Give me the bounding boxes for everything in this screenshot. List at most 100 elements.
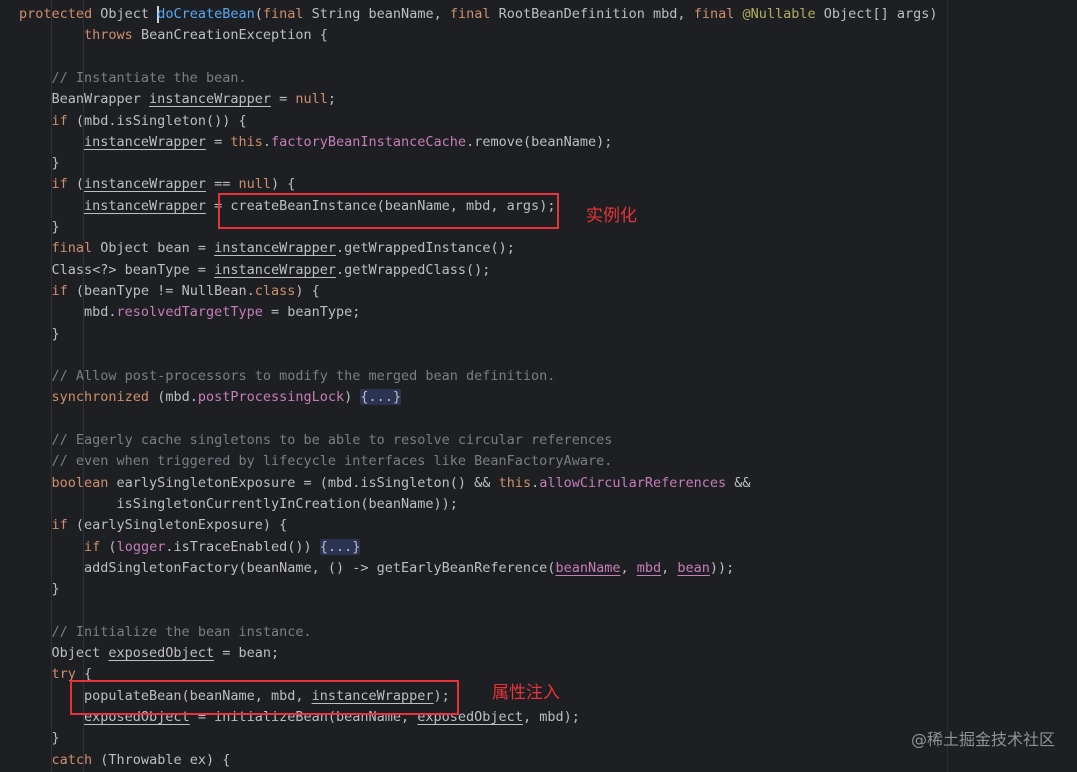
code-token: instanceWrapper: [214, 261, 336, 278]
code-token: bean: [677, 559, 710, 576]
code-line[interactable]: // Eagerly cache singletons to be able t…: [19, 430, 613, 451]
code-token: if: [51, 176, 76, 193]
code-token: Object: [100, 6, 158, 22]
code-token: (: [75, 176, 85, 193]
code-line[interactable]: synchronized (mbd.postProcessingLock) {.…: [19, 387, 402, 408]
code-token: // Allow post-processors to modify the m…: [51, 368, 556, 385]
code-line[interactable]: Object exposedObject = bean;: [19, 643, 280, 664]
code-line[interactable]: mbd.resolvedTargetType = beanType;: [19, 302, 360, 323]
code-line[interactable]: }: [19, 324, 60, 345]
code-token: beanName: [555, 559, 621, 576]
code-line[interactable]: }: [19, 153, 60, 174]
code-token: @Nullable: [742, 6, 824, 22]
code-line[interactable]: catch (Throwable ex) {: [19, 750, 231, 771]
code-token: Object bean =: [100, 240, 215, 257]
populate-highlight-box: [70, 680, 459, 715]
code-token: null: [295, 91, 328, 108]
code-token: Object: [19, 645, 109, 661]
code-line[interactable]: isSingletonCurrentlyInCreation(beanName)…: [19, 494, 458, 515]
code-token: boolean: [51, 474, 117, 491]
code-token: isSingletonCurrentlyInCreation(beanName)…: [19, 495, 458, 512]
code-token: (earlySingletonExposure) {: [75, 517, 288, 534]
code-line[interactable]: final Object bean = instanceWrapper.getW…: [19, 238, 515, 259]
code-token: }: [19, 581, 60, 598]
code-line[interactable]: throws BeanCreationException {: [19, 25, 328, 46]
code-token: catch: [51, 751, 101, 768]
code-token: ==: [205, 176, 239, 193]
code-token: (: [108, 538, 117, 555]
code-token: if: [84, 538, 109, 555]
code-token: instanceWrapper: [214, 240, 337, 257]
code-token: postProcessingLock: [197, 389, 345, 406]
code-token: ));: [709, 559, 735, 576]
code-line[interactable]: if (logger.isTraceEnabled()) {...}: [19, 537, 361, 558]
code-token: instanceWrapper: [149, 91, 271, 108]
code-token: protected: [19, 6, 101, 22]
code-line[interactable]: }: [19, 579, 60, 600]
code-token: if: [51, 112, 76, 129]
code-token: }: [19, 219, 60, 235]
code-line[interactable]: if (beanType != NullBean.class) {: [19, 281, 320, 302]
code-line[interactable]: if (mbd.isSingleton()) {: [19, 111, 247, 132]
code-line[interactable]: }: [19, 728, 60, 749]
code-line[interactable]: // even when triggered by lifecycle inte…: [19, 451, 613, 472]
code-line[interactable]: boolean earlySingletonExposure = (mbd.is…: [19, 473, 751, 494]
right-margin-line: [947, 0, 948, 772]
code-token: final: [51, 240, 101, 257]
code-line[interactable]: addSingletonFactory(beanName, () -> getE…: [19, 558, 734, 579]
code-token: null: [238, 176, 271, 193]
code-token: Class<?> beanType =: [19, 261, 215, 278]
code-line[interactable]: if (earlySingletonExposure) {: [19, 515, 288, 536]
code-token: this: [230, 133, 263, 150]
code-line[interactable]: protected Object doCreateBean(final Stri…: [19, 4, 938, 25]
code-token: BeanCreationException {: [140, 27, 328, 44]
code-token: String beanName,: [311, 6, 450, 22]
code-token: addSingletonFactory(beanName, () -> getE…: [19, 559, 556, 576]
code-token: ): [344, 389, 361, 406]
code-token: // Initialize the bean instance.: [51, 623, 312, 640]
code-token: final: [693, 6, 743, 22]
code-token: (mbd.isSingleton()) {: [75, 112, 247, 129]
code-line[interactable]: instanceWrapper = this.factoryBeanInstan…: [19, 132, 612, 153]
code-token: resolvedTargetType: [116, 304, 263, 321]
code-line[interactable]: }: [19, 217, 60, 238]
code-token: allowCircularReferences: [539, 474, 727, 491]
code-line[interactable]: Class<?> beanType = instanceWrapper.getW…: [19, 260, 491, 281]
code-editor[interactable]: protected Object doCreateBean(final Stri…: [0, 0, 1077, 772]
code-line[interactable]: // Initialize the bean instance.: [19, 622, 312, 643]
code-line[interactable]: BeanWrapper instanceWrapper = null;: [19, 89, 337, 110]
code-token: ) {: [295, 282, 320, 299]
folded-block[interactable]: {...}: [319, 538, 361, 555]
code-token: final: [262, 6, 312, 22]
code-token: .remove(beanName);: [466, 133, 613, 150]
code-token: // even when triggered by lifecycle inte…: [51, 453, 613, 470]
code-line[interactable]: // Instantiate the bean.: [19, 68, 247, 89]
code-token: class: [254, 282, 296, 299]
code-token: instanceWrapper: [84, 197, 206, 214]
code-token: ,: [620, 559, 637, 576]
code-token: }: [19, 730, 60, 747]
code-token: , mbd);: [522, 708, 580, 725]
code-token: =: [205, 133, 231, 150]
folded-block[interactable]: {...}: [360, 389, 402, 406]
code-token: earlySingletonExposure = (mbd.isSingleto…: [116, 474, 499, 491]
code-token: .getWrappedClass();: [336, 261, 491, 278]
code-line[interactable]: // Allow post-processors to modify the m…: [19, 366, 556, 387]
code-token: mbd.: [19, 304, 117, 321]
code-token: this: [498, 474, 532, 491]
code-token: (: [254, 6, 263, 22]
code-token: = bean;: [214, 645, 280, 661]
code-token: ) {: [271, 176, 296, 193]
code-token: Object[] args): [823, 6, 938, 22]
populate-label: 属性注入: [492, 683, 560, 703]
